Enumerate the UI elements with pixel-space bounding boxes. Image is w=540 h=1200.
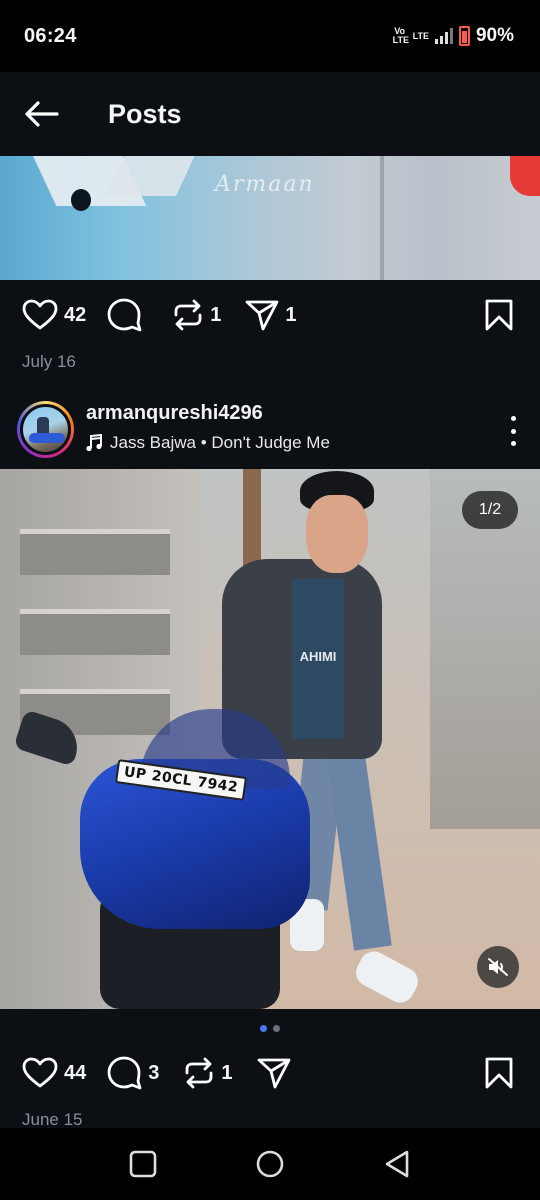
shirt-collar (106, 156, 204, 196)
repost-count: 1 (221, 1061, 233, 1084)
red-object (510, 156, 540, 196)
comment-bubble-icon (107, 1056, 142, 1090)
home-circle-icon (256, 1150, 284, 1178)
post-date: July 16 (22, 352, 76, 371)
repost-button[interactable]: 1 (172, 298, 221, 332)
post-media[interactable]: Armaan (0, 156, 540, 280)
wall-ledge (20, 529, 170, 575)
lte-indicator: LTE (412, 30, 429, 41)
avatar[interactable] (17, 401, 74, 458)
post-actions: 42 1 1 (0, 285, 540, 345)
send-icon (245, 300, 279, 331)
carousel-dot-active (260, 1025, 267, 1032)
music-text: Jass Bajwa • Don't Judge Me (110, 433, 330, 452)
avatar-image (20, 404, 71, 455)
recents-button[interactable] (123, 1144, 163, 1184)
carousel-dot (273, 1025, 280, 1032)
status-icons: Vo LTE LTE 90% (393, 25, 514, 47)
comment-count: 3 (148, 1061, 160, 1084)
carousel-dots (0, 1025, 540, 1032)
shirt-button (71, 189, 91, 211)
volte-indicator: Vo LTE (392, 26, 409, 45)
username[interactable]: armanqureshi4296 (86, 402, 263, 425)
comment-bubble-icon (107, 298, 142, 332)
recents-square-icon (130, 1150, 157, 1178)
post-media[interactable]: AHIMI UP 20CL 7942 1/2 (0, 469, 540, 1009)
mute-button[interactable] (477, 946, 519, 988)
status-bar: 06:24 Vo LTE LTE 90% (0, 0, 540, 72)
avatar-bike (29, 433, 65, 443)
share-button[interactable] (257, 1057, 297, 1089)
save-button[interactable] (484, 299, 514, 336)
status-time: 06:24 (24, 24, 77, 47)
face (306, 495, 368, 573)
more-options-button[interactable] (506, 416, 520, 446)
share-count: 1 (285, 303, 297, 326)
speaker-muted-icon (488, 958, 508, 976)
shirt-signature: Armaan (215, 172, 315, 197)
page-title: Posts (108, 98, 182, 129)
dot (510, 441, 516, 446)
signal-icon (434, 28, 453, 44)
battery-percent: 90% (475, 25, 514, 46)
repost-icon (174, 299, 202, 331)
home-button[interactable] (250, 1144, 290, 1184)
post-actions: 44 3 1 (0, 1043, 540, 1103)
save-button[interactable] (484, 1057, 514, 1094)
repost-count: 1 (210, 303, 222, 326)
heart-icon (22, 299, 58, 330)
share-button[interactable]: 1 (245, 299, 297, 331)
bookmark-icon (485, 1057, 513, 1089)
music-note-icon (86, 434, 102, 452)
bookmark-icon (485, 299, 513, 331)
battery-icon (458, 26, 470, 46)
music-label[interactable]: Jass Bajwa • Don't Judge Me (86, 433, 330, 453)
tshirt: AHIMI (292, 579, 344, 739)
repost-icon (185, 1057, 213, 1089)
top-app-bar: Posts (0, 72, 540, 156)
wall-ledge (20, 609, 170, 655)
tshirt-print: AHIMI (299, 649, 337, 664)
back-button[interactable] (0, 72, 84, 156)
like-count: 42 (64, 303, 87, 326)
heart-icon (22, 1057, 58, 1088)
dot (510, 416, 516, 421)
carousel-page-indicator: 1/2 (462, 491, 518, 529)
post-header: armanqureshi4296 Jass Bajwa • Don't Judg… (0, 396, 540, 466)
like-button[interactable]: 44 (22, 1057, 86, 1089)
back-nav-button[interactable] (377, 1144, 417, 1184)
back-triangle-icon (385, 1150, 408, 1178)
system-navigation-bar (0, 1128, 540, 1200)
arrow-left-icon (25, 101, 59, 127)
shirt-fold (380, 156, 384, 280)
comment-button[interactable]: 3 (106, 1056, 159, 1090)
comment-button[interactable] (106, 298, 148, 332)
post-date: June 15 (22, 1110, 83, 1129)
send-icon (257, 1058, 290, 1089)
dot (510, 428, 516, 434)
like-button[interactable]: 42 (22, 299, 86, 331)
like-count: 44 (64, 1061, 87, 1084)
repost-button[interactable]: 1 (183, 1056, 233, 1090)
